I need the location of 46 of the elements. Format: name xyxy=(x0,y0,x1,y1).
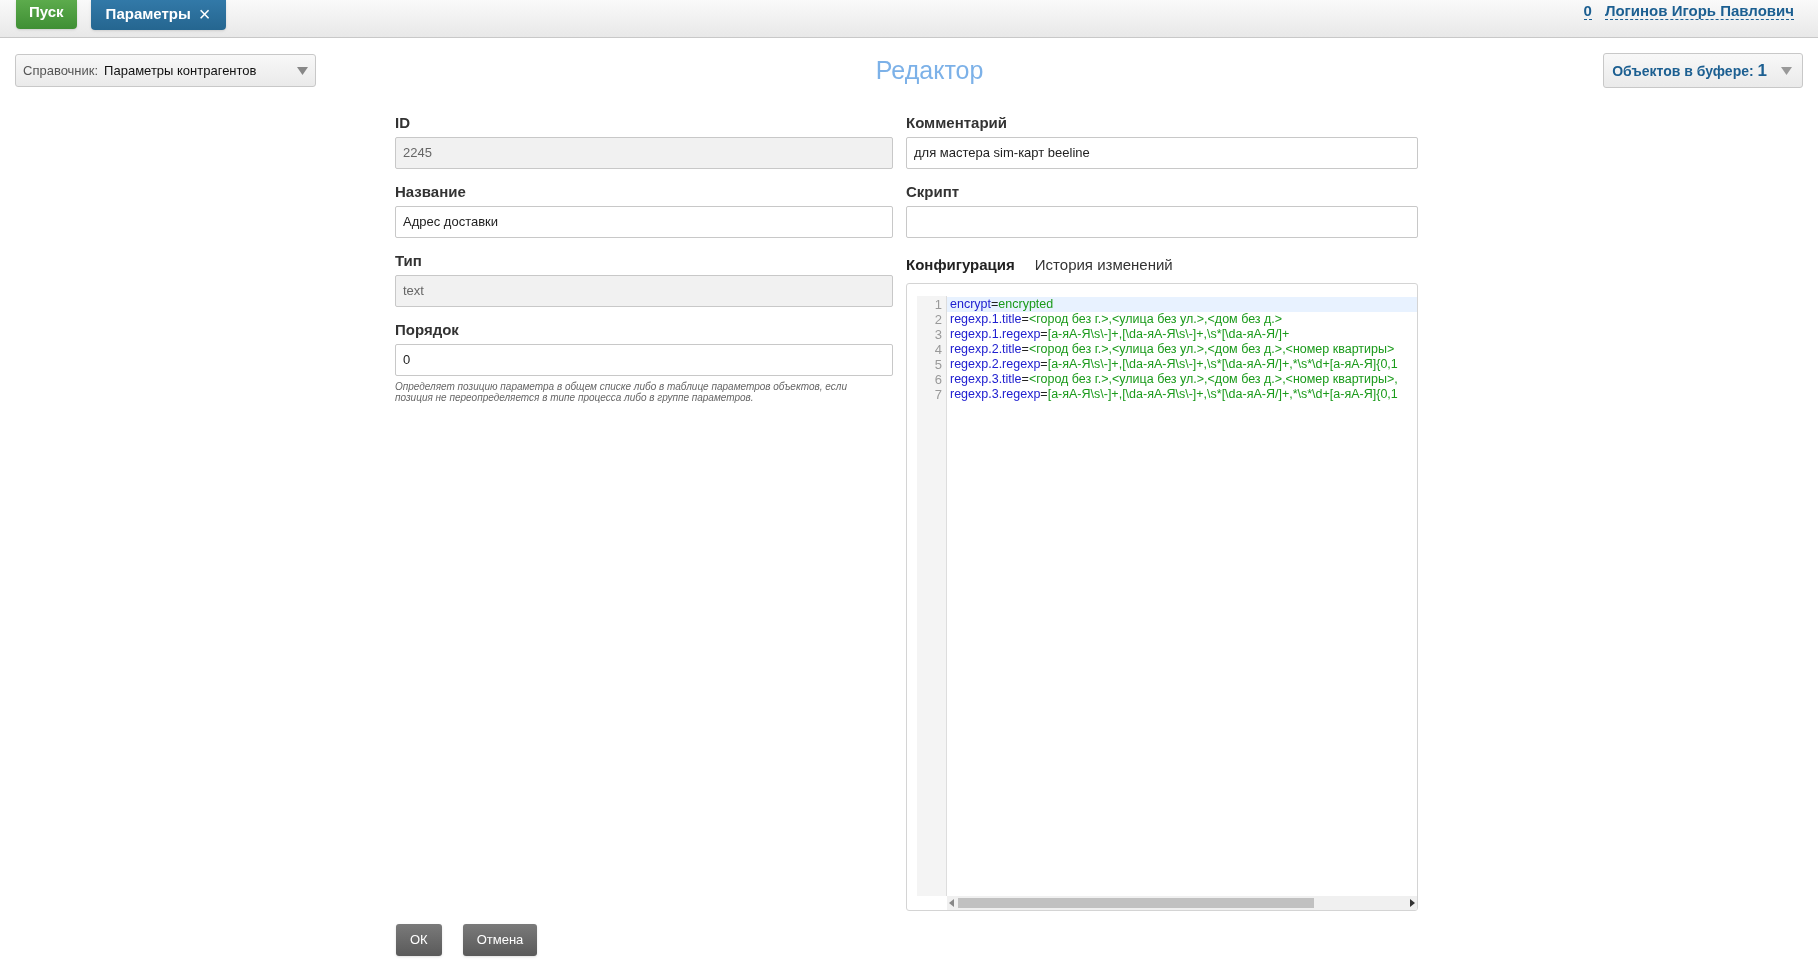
field-label: Скрипт xyxy=(906,182,961,201)
field-label: Порядок xyxy=(395,320,460,339)
code-line: regexp.1.title=<город без г.>,<улица без ул.>,<дом без д.> xyxy=(949,312,1284,327)
dialog-button[interactable]: Отмена xyxy=(462,924,538,956)
input-field[interactable] xyxy=(906,205,1418,238)
code-line: regexp.1.regexp=[a-яА-Я\s\-]+,[\da-яА-Я\s\-]+,\s*[\da-яА-Я/]+ xyxy=(949,327,1291,342)
start-button[interactable]: Пуск xyxy=(16,0,77,29)
line-number: 4 xyxy=(933,342,943,357)
horizontal-scrollbar[interactable] xyxy=(947,896,1417,910)
field-label: Название xyxy=(395,182,467,201)
line-number: 3 xyxy=(933,327,943,342)
line-number: 1 xyxy=(933,297,943,312)
select-label: Справочник: xyxy=(23,62,99,80)
editor-tab[interactable]: Конфигурация xyxy=(906,253,1015,276)
tab-label: Параметры xyxy=(105,3,191,24)
select-value: Параметры контрагентов xyxy=(104,62,258,80)
input-field[interactable]: для мастера sim-карт beeline xyxy=(906,136,1418,169)
scrollbar-thumb[interactable] xyxy=(958,898,1314,908)
buffer-select[interactable]: Объектов в буфере: 1 xyxy=(1603,53,1803,89)
dropdown-caret-icon xyxy=(1781,66,1792,75)
directory-select[interactable]: Справочник: Параметры контрагентов xyxy=(15,54,316,88)
line-number: 7 xyxy=(933,387,943,402)
dialog-button[interactable]: ОК xyxy=(396,924,442,956)
code-line: regexp.2.title=<город без г.>,<улица без ул.>,<дом без д.>,<номер квартиры> xyxy=(949,342,1396,357)
line-number: 6 xyxy=(933,372,943,387)
window-tab[interactable]: Параметры × xyxy=(90,0,226,30)
line-number: 5 xyxy=(933,357,943,372)
input-field[interactable]: Адрес доставки xyxy=(395,205,893,238)
scroll-left-icon[interactable] xyxy=(949,899,954,907)
buffer-label: Объектов в буфере: 1 xyxy=(1612,60,1767,82)
code-line: regexp.3.title=<город без г.>,<улица без ул.>,<дом без д.>,<номер квартиры>, xyxy=(949,372,1399,387)
user-link[interactable]: Логинов Игорь Павлович xyxy=(1604,2,1794,20)
line-number: 2 xyxy=(933,312,943,327)
page-title: Редактор xyxy=(875,55,984,86)
close-button[interactable]: × xyxy=(198,4,211,24)
field-label: Тип xyxy=(395,251,423,270)
code-line: regexp.2.regexp=[a-яА-Я\s\-]+,[\da-яА-Я\s\-]+,\s*[\da-яА-Я/]+,*\s*\d+[a-яА-Я]{0,1 xyxy=(949,357,1399,372)
dropdown-caret-icon xyxy=(297,66,308,75)
field-label: Комментарий xyxy=(906,113,1008,132)
editor-tab[interactable]: История изменений xyxy=(1034,253,1173,276)
counter-link[interactable]: 0 xyxy=(1583,2,1592,20)
field-label: ID xyxy=(395,113,411,132)
code-line: regexp.3.regexp=[a-яА-Я\s\-]+,[\da-яА-Я\s\-]+,\s*[\da-яА-Я/]+,*\s*\d+[a-яА-Я]{0,1 xyxy=(949,387,1399,402)
scroll-right-icon[interactable] xyxy=(1410,899,1415,907)
input-field[interactable]: 0 xyxy=(395,343,893,376)
field-hint: Определяет позицию параметра в общем списке либо в таблице параметров объектов, если позиция не переопределяется в типе процесса либо в группе параметров. xyxy=(395,380,848,403)
